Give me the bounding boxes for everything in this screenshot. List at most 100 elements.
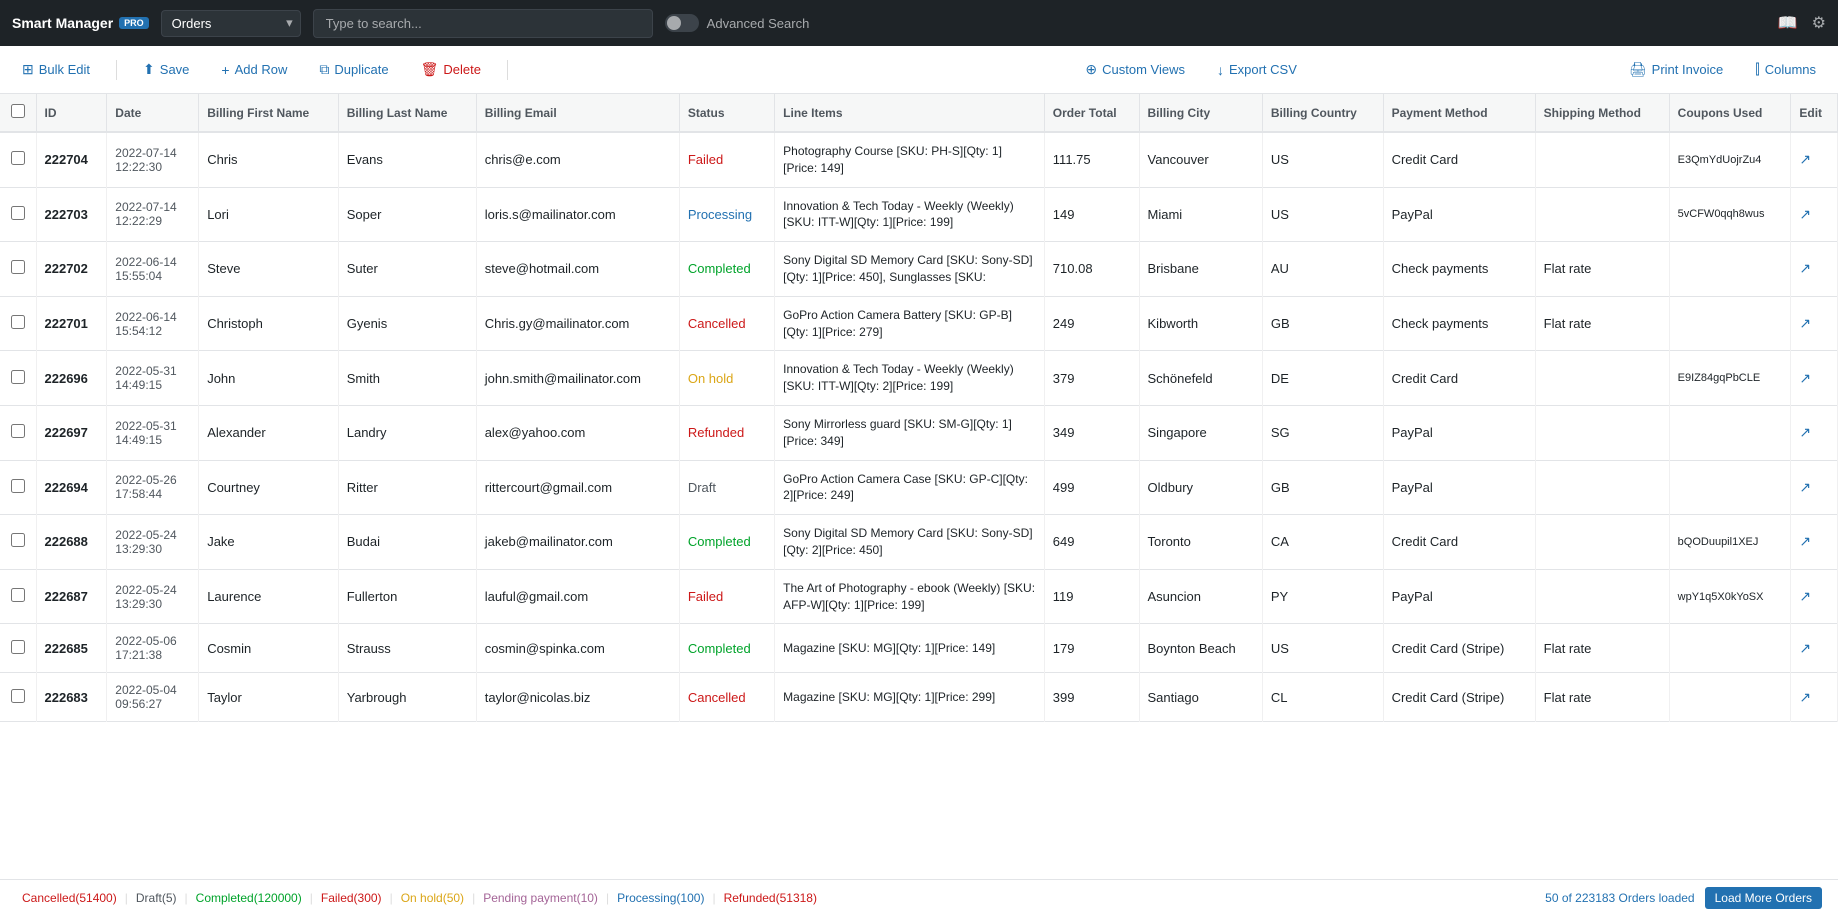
row-checkbox-cell[interactable] — [0, 351, 36, 406]
row-edit-cell[interactable]: ↗ — [1791, 296, 1838, 351]
col-header-shipping-method[interactable]: Shipping Method — [1535, 94, 1669, 132]
row-checkbox[interactable] — [11, 151, 25, 165]
edit-icon[interactable]: ↗ — [1799, 206, 1811, 222]
row-order-total: 649 — [1044, 515, 1139, 570]
brand-logo: Smart Manager PRO — [12, 15, 149, 31]
row-checkbox[interactable] — [11, 689, 25, 703]
edit-icon[interactable]: ↗ — [1799, 315, 1811, 331]
row-checkbox-cell[interactable] — [0, 132, 36, 187]
row-checkbox-cell[interactable] — [0, 673, 36, 722]
row-checkbox[interactable] — [11, 260, 25, 274]
add-row-label: Add Row — [235, 62, 288, 77]
add-row-button[interactable]: + Add Row — [215, 58, 293, 82]
row-checkbox-cell[interactable] — [0, 405, 36, 460]
row-edit-cell[interactable]: ↗ — [1791, 351, 1838, 406]
status-tag-processing[interactable]: Processing(100) — [611, 891, 710, 905]
row-edit-cell[interactable]: ↗ — [1791, 460, 1838, 515]
status-tag-refunded[interactable]: Refunded(51318) — [718, 891, 823, 905]
row-checkbox-cell[interactable] — [0, 242, 36, 297]
col-header-billing-country[interactable]: Billing Country — [1262, 94, 1383, 132]
col-header-coupons[interactable]: Coupons Used — [1669, 94, 1791, 132]
entity-select[interactable]: Orders Products Customers Coupons — [161, 10, 301, 37]
row-checkbox[interactable] — [11, 588, 25, 602]
top-nav: Smart Manager PRO Orders Products Custom… — [0, 0, 1838, 46]
row-checkbox[interactable] — [11, 479, 25, 493]
row-city: Vancouver — [1139, 132, 1262, 187]
row-checkbox-cell[interactable] — [0, 187, 36, 242]
row-edit-cell[interactable]: ↗ — [1791, 673, 1838, 722]
row-edit-cell[interactable]: ↗ — [1791, 569, 1838, 624]
col-header-line-items[interactable]: Line Items — [775, 94, 1045, 132]
edit-icon[interactable]: ↗ — [1799, 370, 1811, 386]
duplicate-button[interactable]: ⧉ Duplicate — [313, 57, 394, 82]
row-checkbox-cell[interactable] — [0, 569, 36, 624]
row-date: 2022-05-2413:29:30 — [107, 515, 199, 570]
col-header-order-total[interactable]: Order Total — [1044, 94, 1139, 132]
print-invoice-button[interactable]: 🖨 Print Invoice — [1623, 57, 1729, 82]
col-header-first-name[interactable]: Billing First Name — [199, 94, 339, 132]
edit-icon[interactable]: ↗ — [1799, 151, 1811, 167]
gear-icon[interactable]: ⚙ — [1812, 13, 1826, 33]
status-tag-failed[interactable]: Failed(300) — [315, 891, 388, 905]
row-email: alex@yahoo.com — [476, 405, 679, 460]
row-coupons — [1669, 624, 1791, 673]
columns-button[interactable]: ⫿ Columns — [1749, 57, 1822, 82]
search-input[interactable] — [313, 9, 653, 38]
entity-select-wrap[interactable]: Orders Products Customers Coupons — [161, 10, 301, 37]
table-row: 222683 2022-05-0409:56:27 Taylor Yarbrou… — [0, 673, 1838, 722]
row-checkbox-cell[interactable] — [0, 515, 36, 570]
row-coupons — [1669, 242, 1791, 297]
row-country: DE — [1262, 351, 1383, 406]
edit-icon[interactable]: ↗ — [1799, 689, 1811, 705]
row-checkbox-cell[interactable] — [0, 460, 36, 515]
col-header-billing-city[interactable]: Billing City — [1139, 94, 1262, 132]
edit-icon[interactable]: ↗ — [1799, 479, 1811, 495]
status-tag-cancelled[interactable]: Cancelled(51400) — [16, 891, 123, 905]
row-id: 222697 — [36, 405, 107, 460]
row-last-name: Suter — [338, 242, 476, 297]
save-button[interactable]: ⬆ Save — [137, 57, 195, 82]
row-checkbox[interactable] — [11, 315, 25, 329]
bulk-edit-button[interactable]: ⊞ Bulk Edit — [16, 57, 96, 82]
edit-icon[interactable]: ↗ — [1799, 424, 1811, 440]
export-csv-button[interactable]: ↓ Export CSV — [1211, 58, 1303, 82]
col-header-payment-method[interactable]: Payment Method — [1383, 94, 1535, 132]
row-edit-cell[interactable]: ↗ — [1791, 515, 1838, 570]
row-payment-method: Credit Card — [1383, 351, 1535, 406]
row-edit-cell[interactable]: ↗ — [1791, 405, 1838, 460]
status-tag-completed[interactable]: Completed(120000) — [190, 891, 308, 905]
status-tag-draft[interactable]: Draft(5) — [130, 891, 183, 905]
row-checkbox[interactable] — [11, 640, 25, 654]
row-checkbox[interactable] — [11, 424, 25, 438]
row-date: 2022-05-0617:21:38 — [107, 624, 199, 673]
row-checkbox[interactable] — [11, 533, 25, 547]
book-icon[interactable]: 📖 — [1778, 13, 1798, 33]
select-all-checkbox[interactable] — [11, 104, 25, 118]
custom-views-button[interactable]: ⊕ Custom Views — [1079, 57, 1191, 82]
advanced-search-toggle[interactable] — [665, 14, 699, 32]
status-tag-onhold[interactable]: On hold(50) — [395, 891, 470, 905]
col-header-date[interactable]: Date — [107, 94, 199, 132]
edit-icon[interactable]: ↗ — [1799, 533, 1811, 549]
col-header-last-name[interactable]: Billing Last Name — [338, 94, 476, 132]
col-header-status[interactable]: Status — [679, 94, 774, 132]
delete-button[interactable]: 🗑 Delete — [415, 57, 487, 82]
select-all-header[interactable] — [0, 94, 36, 132]
status-tag-pending[interactable]: Pending payment(10) — [477, 891, 604, 905]
edit-icon[interactable]: ↗ — [1799, 640, 1811, 656]
load-more-button[interactable]: Load More Orders — [1705, 887, 1822, 909]
row-checkbox-cell[interactable] — [0, 296, 36, 351]
row-edit-cell[interactable]: ↗ — [1791, 624, 1838, 673]
row-checkbox[interactable] — [11, 370, 25, 384]
row-edit-cell[interactable]: ↗ — [1791, 187, 1838, 242]
row-edit-cell[interactable]: ↗ — [1791, 132, 1838, 187]
row-status: Cancelled — [679, 673, 774, 722]
col-header-id[interactable]: ID — [36, 94, 107, 132]
row-checkbox-cell[interactable] — [0, 624, 36, 673]
edit-icon[interactable]: ↗ — [1799, 588, 1811, 604]
edit-icon[interactable]: ↗ — [1799, 260, 1811, 276]
row-checkbox[interactable] — [11, 206, 25, 220]
col-header-email[interactable]: Billing Email — [476, 94, 679, 132]
row-first-name: Laurence — [199, 569, 339, 624]
row-edit-cell[interactable]: ↗ — [1791, 242, 1838, 297]
